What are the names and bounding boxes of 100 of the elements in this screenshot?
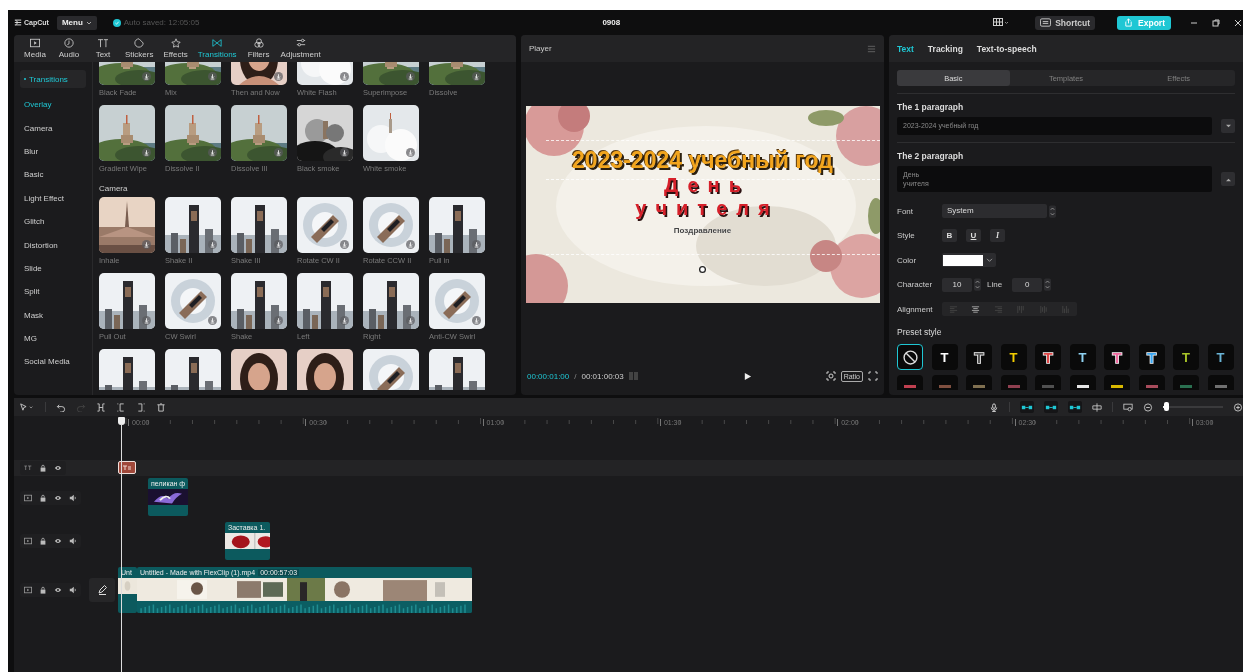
text-style-preset[interactable] (1069, 375, 1096, 390)
media-tab[interactable]: Filters (243, 35, 274, 62)
text-style-preset[interactable]: T (1138, 344, 1165, 370)
media-tab[interactable]: Audio (54, 35, 84, 62)
inspector-tab[interactable]: Tracking (927, 43, 963, 54)
category-item[interactable]: Blur (14, 139, 92, 164)
inspector-tab[interactable]: Text-to-speech (976, 43, 1037, 54)
play-icon[interactable] (742, 371, 752, 381)
stepper-icon[interactable] (1049, 204, 1056, 218)
category-item[interactable]: Light Effect (14, 186, 92, 210)
lock-icon[interactable] (39, 537, 47, 545)
download-icon[interactable] (208, 72, 217, 81)
text-style-preset[interactable]: T (1035, 344, 1061, 370)
download-icon[interactable] (406, 316, 415, 325)
media-tab[interactable]: Stickers (122, 35, 157, 62)
eye-icon[interactable] (54, 537, 62, 545)
media-tab[interactable]: Text (88, 35, 118, 62)
download-icon[interactable] (274, 148, 283, 157)
delete-icon[interactable] (156, 402, 166, 412)
snap-toggle[interactable] (1068, 401, 1082, 413)
split-icon[interactable] (96, 402, 106, 412)
stepper-icon[interactable] (1044, 278, 1052, 291)
category-item[interactable]: Basic (14, 163, 92, 187)
restore-icon[interactable] (1211, 17, 1221, 28)
color-picker[interactable] (942, 253, 996, 267)
download-icon[interactable] (274, 240, 283, 249)
cover-edit-button[interactable] (89, 578, 115, 602)
layout-icon[interactable] (993, 18, 1010, 27)
line-field[interactable]: 0 (1012, 277, 1043, 292)
zoom-in-icon[interactable] (1233, 402, 1243, 412)
waveform-toggle-icon[interactable] (628, 371, 639, 381)
download-icon[interactable] (472, 240, 481, 249)
snap-toggle[interactable] (1020, 401, 1034, 413)
eye-icon[interactable] (54, 586, 62, 594)
category-item[interactable]: Distortion (14, 233, 92, 257)
media-tab[interactable]: Adjustment (277, 35, 324, 62)
zoom-out-icon[interactable] (1143, 402, 1153, 412)
heading-overlay[interactable]: День (664, 174, 750, 197)
no-style-preset[interactable] (897, 344, 923, 370)
category-item[interactable]: Transitions (20, 70, 86, 88)
speaker-icon[interactable] (69, 586, 77, 594)
lock-icon[interactable] (39, 586, 47, 594)
speaker-icon[interactable] (69, 494, 77, 502)
category-item[interactable]: Camera (14, 116, 92, 140)
lock-icon[interactable] (39, 494, 47, 502)
speaker-icon[interactable] (69, 537, 77, 545)
download-icon[interactable] (142, 148, 151, 157)
split-left-icon[interactable] (116, 402, 126, 412)
category-item[interactable]: Glitch (14, 209, 92, 234)
heading-overlay[interactable]: учителя (635, 197, 779, 220)
media-tab[interactable]: Media (20, 35, 50, 62)
select-tool-icon[interactable] (19, 402, 35, 412)
text-style-button[interactable]: B (942, 229, 957, 242)
download-icon[interactable] (472, 72, 481, 81)
text-style-preset[interactable]: T (1173, 344, 1199, 370)
preview-icon[interactable] (1123, 402, 1133, 412)
rotate-handle[interactable] (698, 265, 707, 274)
microphone-icon[interactable] (989, 402, 999, 412)
category-item[interactable]: Split (14, 280, 92, 304)
text-style-button[interactable]: U (966, 229, 981, 242)
category-item[interactable]: Mask (14, 303, 92, 327)
menu-button[interactable]: Menu (56, 15, 97, 30)
eye-icon[interactable] (54, 464, 62, 472)
text-style-preset[interactable]: T (1069, 344, 1096, 370)
split-right-icon[interactable] (136, 402, 146, 412)
font-select[interactable]: System (942, 204, 1047, 218)
download-icon[interactable] (142, 316, 151, 325)
shortcut-button[interactable]: Shortcut (1035, 15, 1096, 30)
text-style-preset[interactable] (1104, 375, 1130, 390)
download-icon[interactable] (406, 72, 415, 81)
text-clip[interactable] (118, 461, 136, 474)
download-icon[interactable] (340, 148, 349, 157)
media-tab[interactable]: Transitions (194, 35, 240, 62)
close-icon[interactable] (1233, 17, 1243, 28)
download-icon[interactable] (208, 148, 217, 157)
text-style-preset[interactable]: T (1000, 344, 1027, 370)
split-view-icon[interactable] (1092, 402, 1102, 412)
download-icon[interactable] (142, 72, 151, 81)
text-style-preset[interactable]: T (1207, 344, 1234, 370)
category-item[interactable]: Slide (14, 256, 92, 281)
character-field[interactable]: 10 (942, 277, 972, 292)
snap-toggle[interactable] (1044, 401, 1058, 413)
text-style-preset[interactable]: T (1104, 344, 1130, 370)
text-style-preset[interactable]: T (931, 344, 958, 370)
download-icon[interactable] (142, 240, 151, 249)
category-item[interactable]: Overlay (14, 93, 92, 117)
download-icon[interactable] (340, 316, 349, 325)
category-item[interactable]: MG (14, 326, 92, 351)
category-item[interactable]: Social Media (14, 350, 92, 374)
lock-icon[interactable] (39, 464, 47, 472)
inspector-tab[interactable]: Text (897, 43, 914, 54)
download-icon[interactable] (208, 240, 217, 249)
download-icon[interactable] (274, 316, 283, 325)
media-tab[interactable]: Effects (160, 35, 191, 62)
undo-icon[interactable] (56, 402, 66, 412)
stepper-icon[interactable] (974, 278, 981, 291)
eye-icon[interactable] (54, 494, 62, 502)
zoom-fit-icon[interactable] (825, 371, 836, 381)
fullscreen-icon[interactable] (868, 371, 878, 381)
caption-overlay[interactable]: Поздравление (673, 226, 732, 235)
